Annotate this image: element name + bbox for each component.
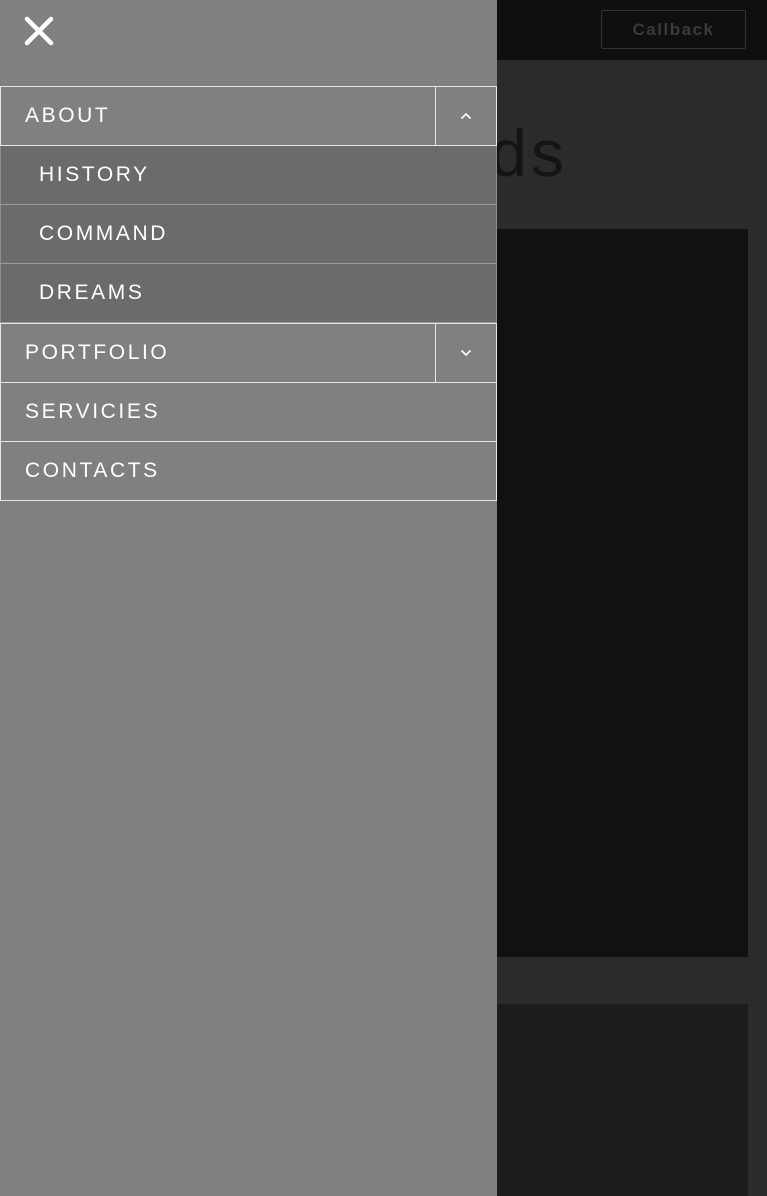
close-icon (24, 16, 54, 46)
menu-item-contacts[interactable]: CONTACTS (0, 441, 497, 501)
menu-item-about[interactable]: ABOUT (0, 86, 497, 146)
submenu-item-label: DREAMS (39, 281, 145, 304)
menu-item-services[interactable]: SERVICIES (0, 382, 497, 442)
menu-item-label: CONTACTS (25, 459, 160, 482)
submenu-toggle-button[interactable] (435, 86, 497, 146)
about-submenu: HISTORY COMMAND DREAMS (0, 146, 497, 323)
submenu-item-label: COMMAND (39, 222, 169, 245)
menu-item-label: ABOUT (25, 104, 111, 127)
chevron-up-icon (460, 112, 472, 120)
menu-item-portfolio[interactable]: PORTFOLIO (0, 323, 497, 383)
menu-item-label: PORTFOLIO (25, 341, 170, 364)
menu-list: ABOUT HISTORY COMMAND DREAMS PORTFOLIO S… (0, 86, 497, 501)
callback-button[interactable]: Callback (601, 10, 746, 49)
side-menu: ABOUT HISTORY COMMAND DREAMS PORTFOLIO S… (0, 0, 497, 1196)
submenu-item-command[interactable]: COMMAND (0, 205, 497, 264)
submenu-item-label: HISTORY (39, 163, 150, 186)
submenu-item-dreams[interactable]: DREAMS (0, 264, 497, 323)
submenu-item-history[interactable]: HISTORY (0, 146, 497, 205)
chevron-down-icon (460, 349, 472, 357)
submenu-toggle-button[interactable] (435, 323, 497, 383)
menu-item-label: SERVICIES (25, 400, 161, 423)
close-button[interactable] (22, 14, 56, 48)
